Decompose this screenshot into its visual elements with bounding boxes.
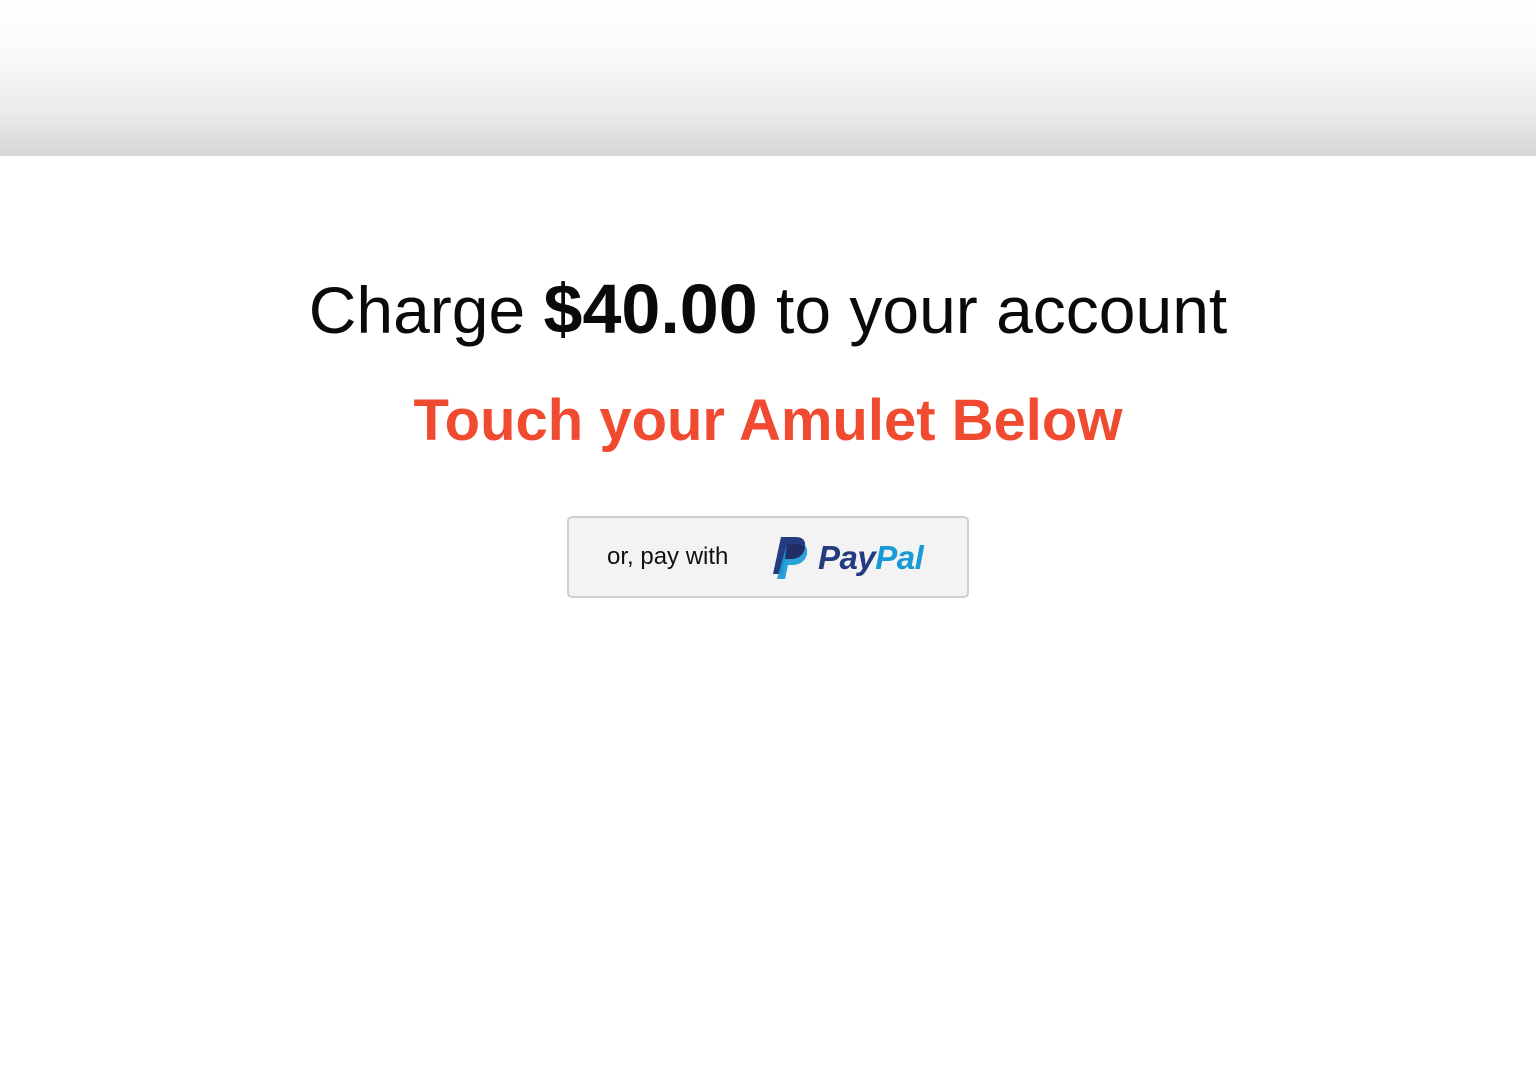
paypal-wordmark-pay: Pay	[818, 539, 876, 576]
pay-with-label: or, pay with	[607, 543, 729, 570]
charge-suffix: to your account	[775, 273, 1228, 347]
paypal-wordmark: PayPal	[818, 539, 924, 577]
top-header-band	[0, 0, 1536, 156]
charge-prefix: Charge	[308, 273, 526, 347]
paypal-wordmark-pal: Pal	[875, 539, 924, 576]
pay-with-paypal-button[interactable]: or, pay with PayPal	[567, 516, 969, 598]
paypal-logo: PayPal	[769, 536, 933, 580]
paypal-logo-icon	[773, 537, 807, 579]
charge-heading: Charge $40.00 to your account	[0, 266, 1536, 353]
amulet-instruction: Touch your Amulet Below	[413, 388, 1123, 453]
charge-amount: $40.00	[543, 270, 758, 348]
